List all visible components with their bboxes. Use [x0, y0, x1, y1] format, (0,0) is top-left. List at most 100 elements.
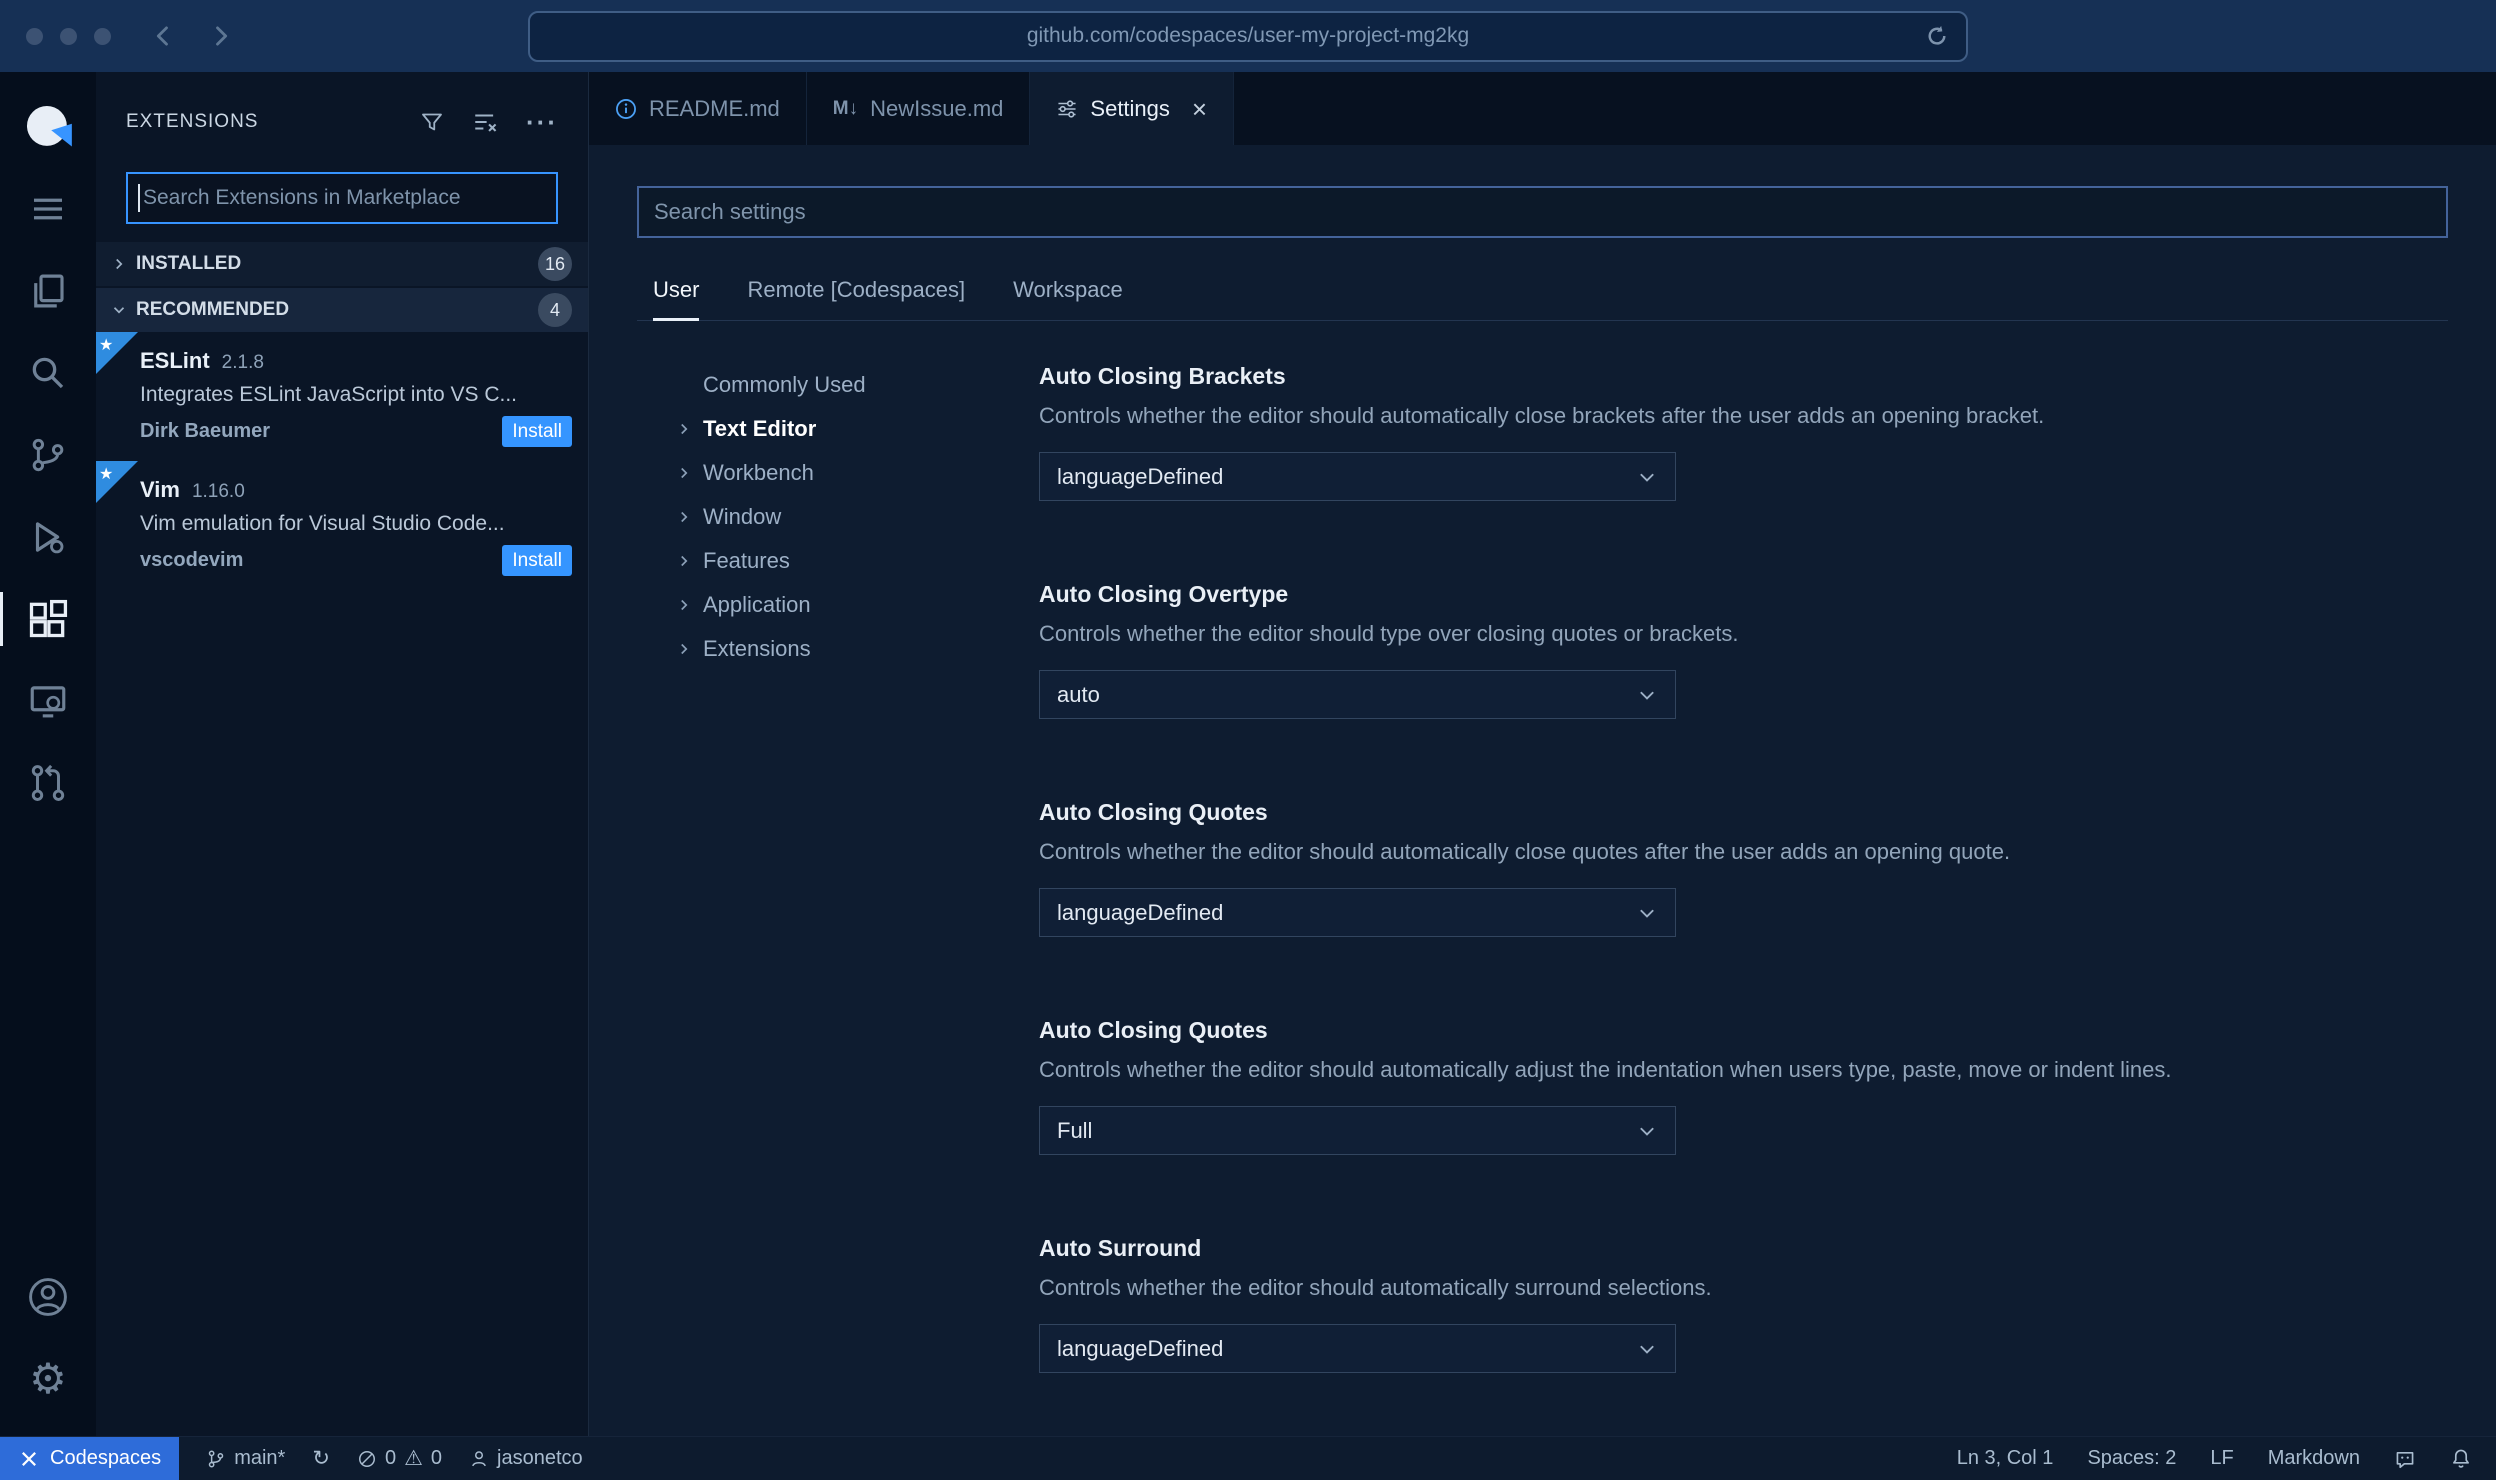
setting-dropdown[interactable]: languageDefined: [1039, 452, 1676, 501]
settings-search-input[interactable]: Search settings: [637, 186, 2448, 238]
back-icon[interactable]: [149, 22, 177, 50]
url-text: github.com/codespaces/user-my-project-mg…: [1026, 24, 1470, 47]
setting-item: Auto Closing Overtype Controls whether t…: [1039, 581, 2448, 719]
language-mode[interactable]: Markdown: [2268, 1447, 2360, 1470]
extension-list-item[interactable]: ★ Vim 1.16.0 Vim emulation for Visual St…: [96, 461, 588, 590]
extension-author: Dirk Baeumer: [140, 420, 271, 442]
eol-sequence[interactable]: LF: [2210, 1447, 2233, 1470]
extension-list-item[interactable]: ★ ESLint 2.1.8 Integrates ESLint JavaScr…: [96, 332, 588, 461]
chevron-down-icon: [1636, 1338, 1658, 1360]
search-icon[interactable]: [0, 332, 96, 414]
chevron-down-icon: [1636, 1120, 1658, 1142]
tab-newissue[interactable]: M↓ NewIssue.md: [807, 72, 1031, 145]
scope-tab-remote[interactable]: Remote [Codespaces]: [747, 277, 965, 320]
settings-scope-tabs: User Remote [Codespaces] Workspace: [637, 277, 2448, 321]
setting-dropdown[interactable]: Full: [1039, 1106, 1676, 1155]
error-count: 0: [384, 1447, 397, 1469]
account-icon[interactable]: [0, 1256, 96, 1338]
info-icon: [615, 98, 637, 120]
branch-indicator[interactable]: main*: [206, 1447, 285, 1470]
remote-indicator[interactable]: Codespaces: [0, 1437, 180, 1480]
section-installed[interactable]: INSTALLED 16: [96, 242, 588, 286]
settings-editor: Search settings User Remote [Codespaces]…: [589, 145, 2496, 1436]
clear-filter-icon[interactable]: [472, 109, 498, 135]
user-indicator[interactable]: jasonetco: [469, 1447, 583, 1470]
toc-item-extensions[interactable]: Extensions: [675, 627, 987, 671]
window-close-button[interactable]: [26, 27, 43, 45]
dropdown-value: Full: [1057, 1117, 1093, 1143]
toc-item-window[interactable]: Window: [675, 495, 987, 539]
toc-item-application[interactable]: Application: [675, 583, 987, 627]
run-debug-icon[interactable]: [0, 496, 96, 578]
star-icon: ★: [99, 466, 114, 483]
cursor-position[interactable]: Ln 3, Col 1: [1957, 1447, 2054, 1470]
settings-toc: Commonly Used Text Editor Workbench Wind…: [675, 321, 987, 1436]
feedback-icon[interactable]: [2394, 1448, 2416, 1470]
settings-gear-icon[interactable]: ⚙: [0, 1338, 96, 1420]
dropdown-value: languageDefined: [1057, 463, 1224, 489]
toc-item-commonly-used[interactable]: Commonly Used: [675, 363, 987, 407]
setting-title: Auto Closing Quotes: [1039, 799, 1268, 825]
setting-item: Auto Closing Quotes Controls whether the…: [1039, 799, 2448, 937]
sync-indicator[interactable]: ↻: [312, 1448, 330, 1469]
tab-readme[interactable]: README.md: [589, 72, 807, 145]
section-label: INSTALLED: [136, 253, 242, 274]
problems-indicator[interactable]: 0 ⚠ 0: [357, 1447, 442, 1470]
chevron-right-icon: [675, 552, 693, 570]
setting-title: Auto Surround: [1039, 1235, 1202, 1261]
window-minimize-button[interactable]: [60, 27, 77, 45]
close-icon[interactable]: ×: [1192, 96, 1207, 122]
notifications-bell-icon[interactable]: [2450, 1448, 2472, 1470]
setting-dropdown[interactable]: auto: [1039, 670, 1676, 719]
indentation[interactable]: Spaces: 2: [2087, 1447, 2176, 1470]
toc-item-features[interactable]: Features: [675, 539, 987, 583]
url-bar[interactable]: github.com/codespaces/user-my-project-mg…: [528, 10, 1968, 62]
extensions-search-input[interactable]: Search Extensions in Marketplace: [126, 172, 558, 224]
warning-count: 0: [430, 1447, 443, 1469]
toc-item-workbench[interactable]: Workbench: [675, 451, 987, 495]
warning-icon: ⚠: [404, 1447, 423, 1470]
recommended-count-badge: 4: [538, 293, 572, 327]
setting-dropdown[interactable]: languageDefined: [1039, 888, 1676, 937]
pull-requests-icon[interactable]: [0, 742, 96, 824]
chevron-right-icon: [675, 596, 693, 614]
dropdown-value: languageDefined: [1057, 1335, 1224, 1361]
tab-settings[interactable]: Settings ×: [1030, 72, 1235, 145]
remote-icon: [18, 1448, 40, 1470]
more-actions-icon[interactable]: ···: [526, 108, 558, 135]
setting-description: Controls whether the editor should type …: [1039, 621, 1739, 646]
refresh-icon[interactable]: [1924, 23, 1950, 49]
window-maximize-button[interactable]: [94, 27, 111, 45]
extensions-icon[interactable]: [0, 578, 96, 660]
person-icon: [469, 1449, 489, 1469]
editor-area: README.md M↓ NewIssue.md Settings × Sear…: [589, 72, 2496, 1436]
tab-label: README.md: [649, 95, 780, 121]
setting-title: Auto Closing Overtype: [1039, 581, 1289, 607]
status-bar: Codespaces main* ↻ 0 ⚠ 0 jasonetco Ln 3,…: [0, 1436, 2496, 1480]
install-button[interactable]: Install: [502, 545, 572, 576]
star-icon: ★: [99, 337, 114, 354]
explorer-icon[interactable]: [0, 250, 96, 332]
toc-item-text-editor[interactable]: Text Editor: [675, 407, 987, 451]
section-label: RECOMMENDED: [136, 299, 290, 320]
filter-icon[interactable]: [420, 110, 444, 134]
remote-explorer-icon[interactable]: [0, 660, 96, 742]
menu-hamburger-icon[interactable]: [0, 168, 96, 250]
setting-item: Auto Closing Quotes Controls whether the…: [1039, 1017, 2448, 1155]
install-button[interactable]: Install: [502, 416, 572, 447]
forward-icon[interactable]: [207, 22, 235, 50]
section-recommended[interactable]: RECOMMENDED 4: [96, 288, 588, 332]
setting-dropdown[interactable]: languageDefined: [1039, 1324, 1676, 1373]
chevron-down-icon: [110, 301, 128, 319]
scope-tab-workspace[interactable]: Workspace: [1013, 277, 1123, 320]
setting-description: Controls whether the editor should autom…: [1039, 1057, 2172, 1082]
extension-description: Vim emulation for Visual Studio Code...: [140, 512, 505, 535]
browser-chrome: github.com/codespaces/user-my-project-mg…: [0, 0, 2496, 72]
extension-description: Integrates ESLint JavaScript into VS C..…: [140, 383, 518, 406]
branch-icon: [206, 1449, 226, 1469]
scope-tab-user[interactable]: User: [653, 277, 700, 321]
extension-author: vscodevim: [140, 549, 244, 571]
window-controls: [26, 27, 111, 45]
source-control-icon[interactable]: [0, 414, 96, 496]
branch-label: main*: [234, 1447, 286, 1469]
